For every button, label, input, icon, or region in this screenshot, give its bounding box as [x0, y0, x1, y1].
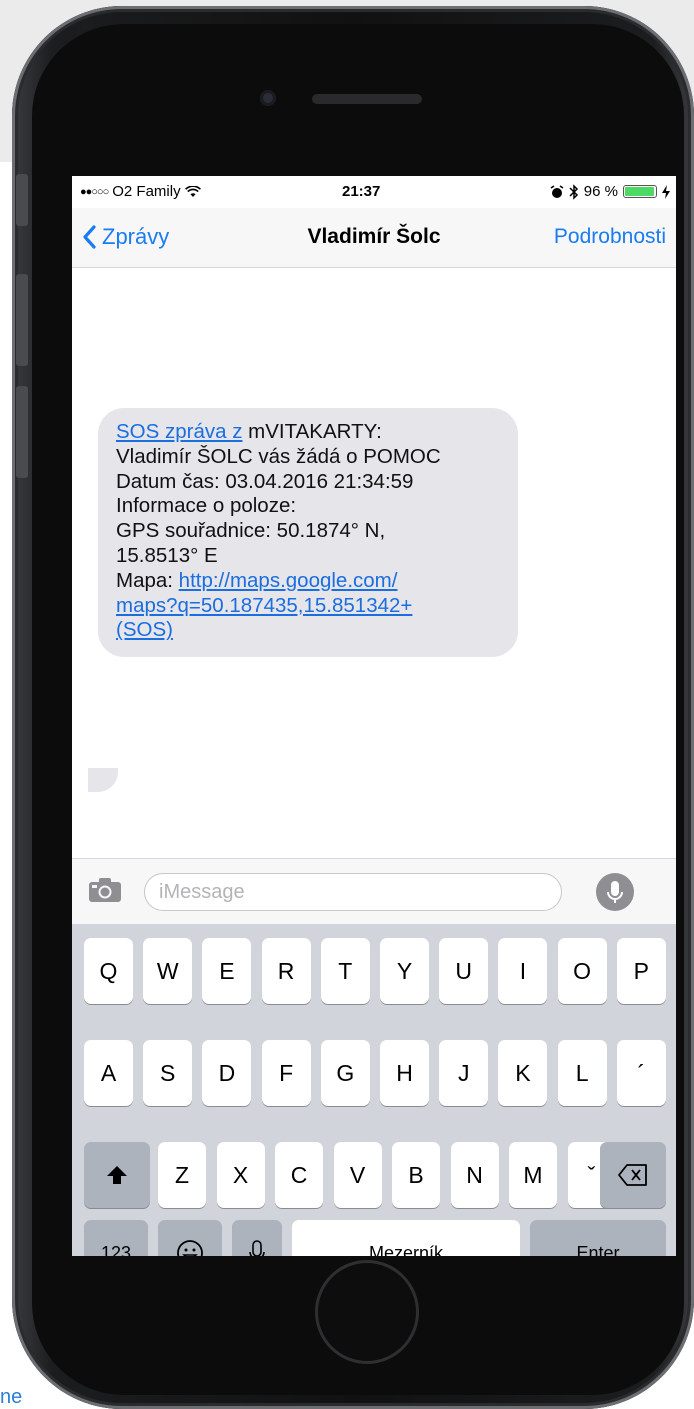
signal-strength-icon: ●●○○○ [80, 185, 109, 198]
key-letter[interactable]: P [616, 938, 666, 1004]
key-letter[interactable]: X [216, 1142, 265, 1208]
battery-percent: 96 % [583, 183, 618, 200]
message-line: Vladimír ŠOLC vás žádá o POMOC [116, 444, 441, 468]
phone-screen: ●●○○○ O2 Family 21:37 96 % Zprávy Vladim… [72, 176, 676, 1256]
charging-icon [662, 184, 670, 199]
key-letter[interactable]: Y [380, 938, 429, 1004]
microphone-icon [249, 1240, 265, 1256]
map-link[interactable]: (SOS) [116, 618, 173, 641]
key-letter[interactable]: L [557, 1040, 607, 1106]
volume-down-button [16, 386, 28, 478]
carrier-name: O2 Family [112, 183, 181, 200]
key-letter[interactable]: M [509, 1142, 557, 1208]
key-letter[interactable]: O [557, 938, 607, 1004]
message-line: 15.8513° E [116, 543, 218, 567]
mute-switch [16, 174, 28, 226]
key-letter[interactable]: J [439, 1040, 489, 1106]
partial-page-link[interactable]: ne [0, 1386, 22, 1409]
key-letter[interactable]: N [450, 1142, 499, 1208]
key-space[interactable]: Mezerník [292, 1220, 520, 1256]
navigation-bar: Zprávy Vladimír Šolc Podrobnosti [72, 208, 676, 268]
message-line: Informace o poloze: [116, 494, 297, 518]
microphone-icon [607, 881, 623, 903]
sos-message-link[interactable]: SOS zpráva z [116, 420, 242, 443]
received-message-bubble[interactable]: SOS zpráva z mVITAKARTY: Vladimír ŠOLC v… [98, 408, 518, 658]
battery-level-fill [625, 187, 654, 196]
imessage-input[interactable]: iMessage [144, 873, 562, 911]
earpiece-speaker [312, 94, 422, 104]
key-letter[interactable]: W [143, 938, 193, 1004]
message-line: GPS souřadnice: 50.1874° N, [116, 519, 386, 543]
message-input-bar: iMessage [72, 858, 676, 924]
key-letter[interactable]: C [275, 1142, 323, 1208]
key-letter[interactable]: H [380, 1040, 429, 1106]
key-enter[interactable]: Enter [530, 1220, 666, 1256]
key-letter[interactable]: V [333, 1142, 382, 1208]
key-letter[interactable]: R [261, 938, 311, 1004]
key-letter[interactable]: I [498, 938, 548, 1004]
phone-frame: ●●○○○ O2 Family 21:37 96 % Zprávy Vladim… [12, 6, 694, 1409]
backspace-icon [618, 1164, 647, 1186]
bluetooth-icon [569, 183, 578, 200]
details-button[interactable]: Podrobnosti [554, 225, 666, 249]
keyboard: QWERTYUIOP A S D F G H J K L ´ ZXCVBNMˇ 123 [72, 924, 676, 1256]
key-numbers[interactable]: 123 [84, 1220, 148, 1256]
key-emoji[interactable] [158, 1220, 222, 1256]
message-line: Datum čas: 03.04.2016 21:34:59 [116, 469, 414, 493]
map-link[interactable]: maps?q=50.187435,15.851342+ [116, 594, 412, 617]
message-line: (SOS) [116, 618, 502, 643]
emoji-icon [177, 1240, 203, 1256]
key-letter[interactable]: D [202, 1040, 252, 1106]
wifi-icon [184, 185, 201, 197]
home-button[interactable] [315, 1260, 419, 1364]
message-text: mVITAKARTY: [242, 420, 382, 443]
dictation-button[interactable] [596, 873, 634, 911]
message-line: Mapa: http://maps.google.com/ [116, 569, 502, 594]
bubble-tail [88, 768, 118, 792]
key-letter[interactable]: T [320, 938, 370, 1004]
map-link[interactable]: http://maps.google.com/ [179, 569, 398, 592]
status-bar: ●●○○○ O2 Family 21:37 96 % [72, 176, 676, 208]
key-shift[interactable] [84, 1142, 150, 1208]
key-letter[interactable]: K [498, 1040, 548, 1106]
key-letter[interactable]: Z [158, 1142, 206, 1208]
key-backspace[interactable] [600, 1142, 666, 1208]
battery-icon [623, 185, 657, 198]
key-letter[interactable]: ´ [616, 1040, 666, 1106]
message-thread[interactable]: SOS zpráva z mVITAKARTY: Vladimír ŠOLC v… [72, 268, 676, 858]
message-line: SOS zpráva z mVITAKARTY: [116, 420, 502, 445]
camera-icon[interactable] [88, 877, 122, 903]
volume-up-button [16, 274, 28, 366]
key-letter[interactable]: U [439, 938, 489, 1004]
front-camera-icon [260, 90, 276, 106]
message-line: maps?q=50.187435,15.851342+ [116, 594, 502, 619]
key-letter[interactable]: E [202, 938, 252, 1004]
key-dictation[interactable] [232, 1220, 282, 1256]
key-letter[interactable]: A [84, 1040, 133, 1106]
status-time: 21:37 [342, 183, 381, 200]
key-letter[interactable]: G [320, 1040, 370, 1106]
alarm-icon [550, 184, 564, 198]
key-letter[interactable]: B [392, 1142, 440, 1208]
shift-arrow-icon [107, 1166, 127, 1184]
key-letter[interactable]: S [143, 1040, 193, 1106]
map-label: Mapa: [116, 568, 179, 592]
key-letter[interactable]: F [261, 1040, 311, 1106]
key-letter[interactable]: Q [84, 938, 133, 1004]
